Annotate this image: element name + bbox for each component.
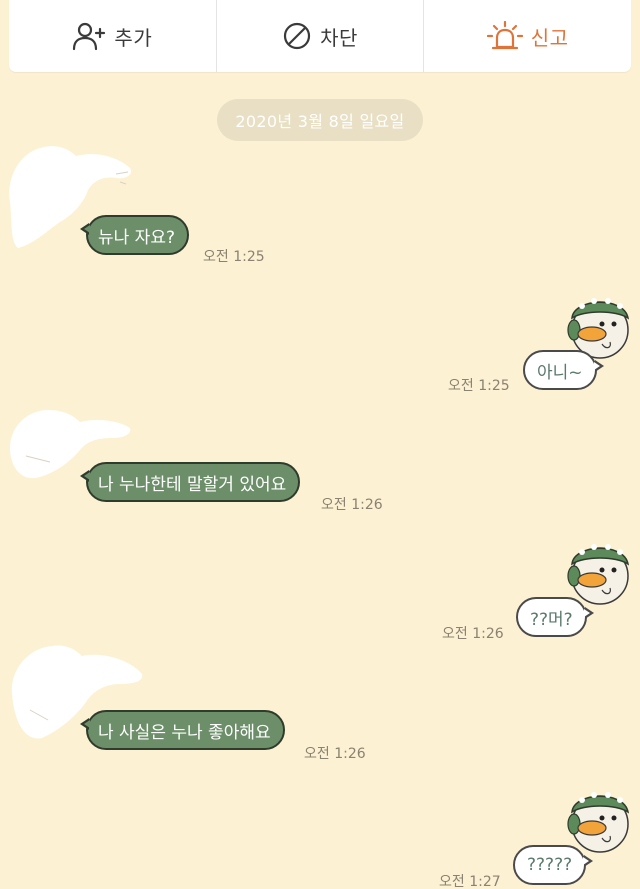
outgoing-message-bubble[interactable]: ??머?	[516, 597, 594, 637]
message-text: 나 누나한테 말할거 있어요	[98, 474, 287, 495]
message-time: 오전 1:26	[321, 497, 383, 513]
report-label: 신고	[530, 25, 569, 50]
action-bar: 추가 차단 신고	[9, 0, 631, 72]
message-text: ??머?	[530, 609, 573, 630]
message-time: 오전 1:27	[439, 874, 501, 889]
message-text: 뉴나 자요?	[98, 227, 175, 248]
message-text: 아니~	[537, 362, 583, 383]
block-icon	[282, 21, 312, 51]
add-friend-icon	[72, 21, 106, 51]
block-button[interactable]: 차단	[215, 0, 424, 72]
duck-character-avatar[interactable]	[566, 786, 632, 856]
siren-icon	[486, 21, 523, 51]
outgoing-message-bubble[interactable]: ?????	[513, 845, 594, 885]
message-time: 오전 1:25	[448, 378, 510, 394]
message-time: 오전 1:25	[203, 249, 265, 265]
outgoing-message-bubble[interactable]: 아니~	[523, 350, 604, 390]
message-text: 나 사실은 누나 좋아해요	[98, 722, 271, 743]
incoming-message-bubble[interactable]: 나 사실은 누나 좋아해요	[80, 710, 285, 750]
chat-screen: 추가 차단 신고 2020년 3월 8일 일요일 뉴나 자요? 오전 1:25 …	[0, 0, 640, 889]
report-button[interactable]: 신고	[423, 0, 631, 72]
incoming-message-bubble[interactable]: 뉴나 자요?	[80, 215, 189, 255]
block-label: 차단	[320, 25, 358, 50]
message-time: 오전 1:26	[442, 626, 504, 642]
date-divider: 2020년 3월 8일 일요일	[217, 99, 423, 141]
message-text: ?????	[527, 855, 573, 875]
add-friend-button[interactable]: 추가	[9, 0, 216, 72]
incoming-message-bubble[interactable]: 나 누나한테 말할거 있어요	[79, 462, 301, 502]
add-friend-label: 추가	[114, 25, 153, 50]
message-time: 오전 1:26	[304, 746, 366, 762]
duck-character-avatar[interactable]	[566, 538, 632, 608]
